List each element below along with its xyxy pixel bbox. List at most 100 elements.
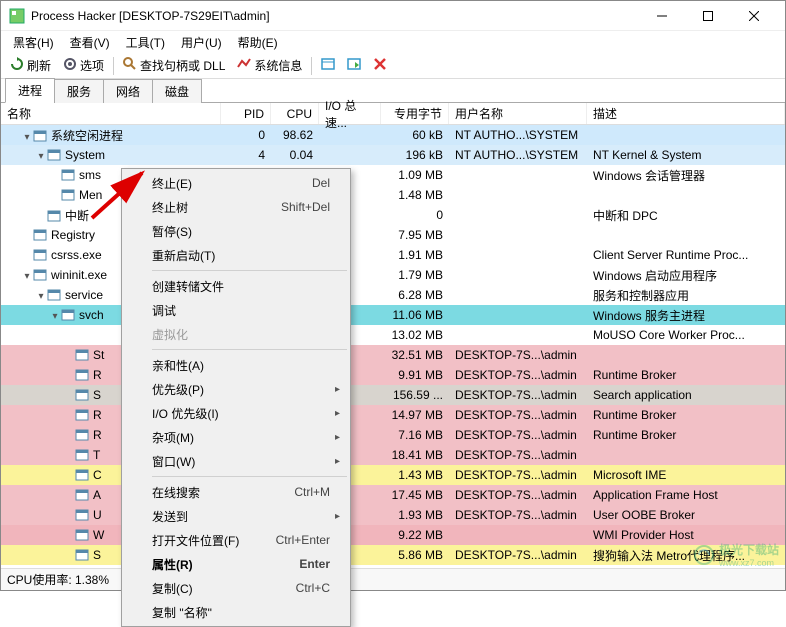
close-button[interactable] (731, 1, 777, 31)
table-row[interactable]: St32.51 MBDESKTOP-7S...\admin (1, 345, 785, 365)
table-row[interactable]: W9.22 MBWMI Provider Host (1, 525, 785, 545)
table-row[interactable]: S156.59 ...DESKTOP-7S...\adminSearch app… (1, 385, 785, 405)
process-icon (61, 168, 75, 182)
table-row[interactable]: ▾System40.04196 kBNT AUTHO...\SYSTEMNT K… (1, 145, 785, 165)
menu-item[interactable]: 属性(R)Enter (124, 552, 348, 576)
menubar: 黑客(H) 查看(V) 工具(T) 用户(U) 帮助(E) (1, 31, 785, 53)
col-pid[interactable]: PID (221, 103, 271, 124)
menu-item[interactable]: 重新启动(T) (124, 243, 348, 267)
window-arrow-icon (347, 57, 361, 74)
table-row[interactable]: A17.45 MBDESKTOP-7S...\adminApplication … (1, 485, 785, 505)
tab-services[interactable]: 服务 (54, 79, 104, 103)
menu-item-label: 在线搜索 (152, 484, 200, 501)
table-row[interactable]: ▾service6.28 MB服务和控制器应用 (1, 285, 785, 305)
cell-user: DESKTOP-7S...\admin (449, 507, 587, 523)
tree-toggle[interactable]: ▾ (35, 291, 47, 302)
context-menu: 终止(E)Del终止树Shift+Del暂停(S)重新启动(T) 创建转储文件调试… (121, 168, 351, 627)
col-cpu[interactable]: CPU (271, 103, 319, 124)
menu-hacker[interactable]: 黑客(H) (5, 32, 62, 53)
menu-item-label: 复制 "名称" (152, 604, 212, 621)
menu-item[interactable]: 暂停(S) (124, 219, 348, 243)
table-row[interactable]: 13.02 MBMoUSO Core Worker Proc... (1, 325, 785, 345)
minimize-button[interactable] (639, 1, 685, 31)
menu-users[interactable]: 用户(U) (173, 32, 230, 53)
menu-item[interactable]: 复制 "名称" (124, 600, 348, 624)
col-io[interactable]: I/O 总速... (319, 103, 381, 124)
table-row[interactable]: ▾系统空闲进程098.6260 kBNT AUTHO...\SYSTEM (1, 125, 785, 145)
find-handles-button[interactable]: 查找句柄或 DLL (118, 55, 230, 76)
table-row[interactable]: ▾svch11.06 MBWindows 服务主进程 (1, 305, 785, 325)
menu-help[interactable]: 帮助(E) (230, 32, 286, 53)
menu-view[interactable]: 查看(V) (62, 32, 118, 53)
menu-item-hotkey: Enter (299, 557, 330, 571)
menu-tools[interactable]: 工具(T) (118, 32, 173, 53)
cell-desc: Windows 会话管理器 (587, 166, 785, 185)
process-name: svch (79, 308, 104, 322)
menu-item[interactable]: 窗口(W) (124, 449, 348, 473)
cell-user: DESKTOP-7S...\admin (449, 447, 587, 463)
menu-item[interactable]: I/O 优先级(I) (124, 401, 348, 425)
cell-user: NT AUTHO...\SYSTEM (449, 147, 587, 163)
cell-priv: 32.51 MB (381, 347, 449, 363)
menu-item[interactable]: 打开文件位置(F)Ctrl+Enter (124, 528, 348, 552)
cell-desc: User OOBE Broker (587, 507, 785, 523)
table-row[interactable]: R7.16 MBDESKTOP-7S...\adminRuntime Broke… (1, 425, 785, 445)
table-row[interactable]: R14.97 MBDESKTOP-7S...\adminRuntime Brok… (1, 405, 785, 425)
menu-item[interactable]: 在线搜索Ctrl+M (124, 480, 348, 504)
menu-item[interactable]: 发送到 (124, 504, 348, 528)
cell-cpu: 0.04 (271, 147, 319, 163)
table-row[interactable]: U1.93 MBDESKTOP-7S...\adminUser OOBE Bro… (1, 505, 785, 525)
tree-toggle[interactable]: ▾ (35, 151, 47, 162)
menu-item[interactable]: 创建转储文件 (124, 274, 348, 298)
table-row[interactable]: ▾wininit.exe1.79 MBWindows 启动应用程序 (1, 265, 785, 285)
maximize-button[interactable] (685, 1, 731, 31)
table-row[interactable]: Registry7.95 MB (1, 225, 785, 245)
menu-item[interactable]: 优先级(P) (124, 377, 348, 401)
menu-item[interactable]: 调试 (124, 298, 348, 322)
cell-priv: 9.91 MB (381, 367, 449, 383)
cell-priv: 0 (381, 207, 449, 223)
cell-priv: 1.79 MB (381, 267, 449, 283)
process-icon (75, 468, 89, 482)
cell-desc: Windows 启动应用程序 (587, 266, 785, 285)
options-button[interactable]: 选项 (58, 55, 109, 76)
menu-item[interactable]: 复制(C)Ctrl+C (124, 576, 348, 600)
tree-toggle[interactable]: ▾ (21, 271, 33, 282)
menu-item[interactable]: 终止树Shift+Del (124, 195, 348, 219)
menu-item[interactable]: 亲和性(A) (124, 353, 348, 377)
sysinfo-button[interactable]: 系统信息 (232, 55, 307, 76)
menu-item[interactable]: 杂项(M) (124, 425, 348, 449)
tree-toggle[interactable]: ▾ (21, 132, 33, 143)
cell-pid: 0 (221, 127, 271, 143)
cell-user (449, 314, 587, 316)
col-priv[interactable]: 专用字节 (381, 103, 449, 124)
table-row[interactable]: T18.41 MBDESKTOP-7S...\admin (1, 445, 785, 465)
process-name: R (93, 428, 102, 442)
kill-button[interactable] (368, 55, 392, 76)
tree-toggle[interactable]: ▾ (49, 311, 61, 322)
tab-network[interactable]: 网络 (103, 79, 153, 103)
table-row[interactable]: S5.86 MBDESKTOP-7S...\admin搜狗输入法 Metro代理… (1, 545, 785, 565)
table-row[interactable]: R9.91 MBDESKTOP-7S...\adminRuntime Broke… (1, 365, 785, 385)
process-icon (33, 228, 47, 242)
menu-separator (152, 476, 347, 477)
col-desc[interactable]: 描述 (587, 103, 785, 124)
process-icon (75, 428, 89, 442)
process-name: 中断 (65, 209, 89, 223)
options-label: 选项 (80, 57, 104, 74)
menu-item-label: 虚拟化 (152, 326, 188, 343)
menu-item[interactable]: 终止(E)Del (124, 171, 348, 195)
window-find-button[interactable] (316, 55, 340, 76)
refresh-button[interactable]: 刷新 (5, 55, 56, 76)
cell-priv: 17.45 MB (381, 487, 449, 503)
col-name[interactable]: 名称 (1, 103, 221, 124)
window-go-button[interactable] (342, 55, 366, 76)
col-user[interactable]: 用户名称 (449, 103, 587, 124)
table-row[interactable]: csrss.exe1.91 MBClient Server Runtime Pr… (1, 245, 785, 265)
tab-processes[interactable]: 进程 (5, 78, 55, 103)
gear-icon (63, 57, 77, 74)
tab-disk[interactable]: 磁盘 (152, 79, 202, 103)
table-row[interactable]: C1.43 MBDESKTOP-7S...\adminMicrosoft IME (1, 465, 785, 485)
cell-desc: Runtime Broker (587, 427, 785, 443)
process-name: T (93, 448, 100, 462)
